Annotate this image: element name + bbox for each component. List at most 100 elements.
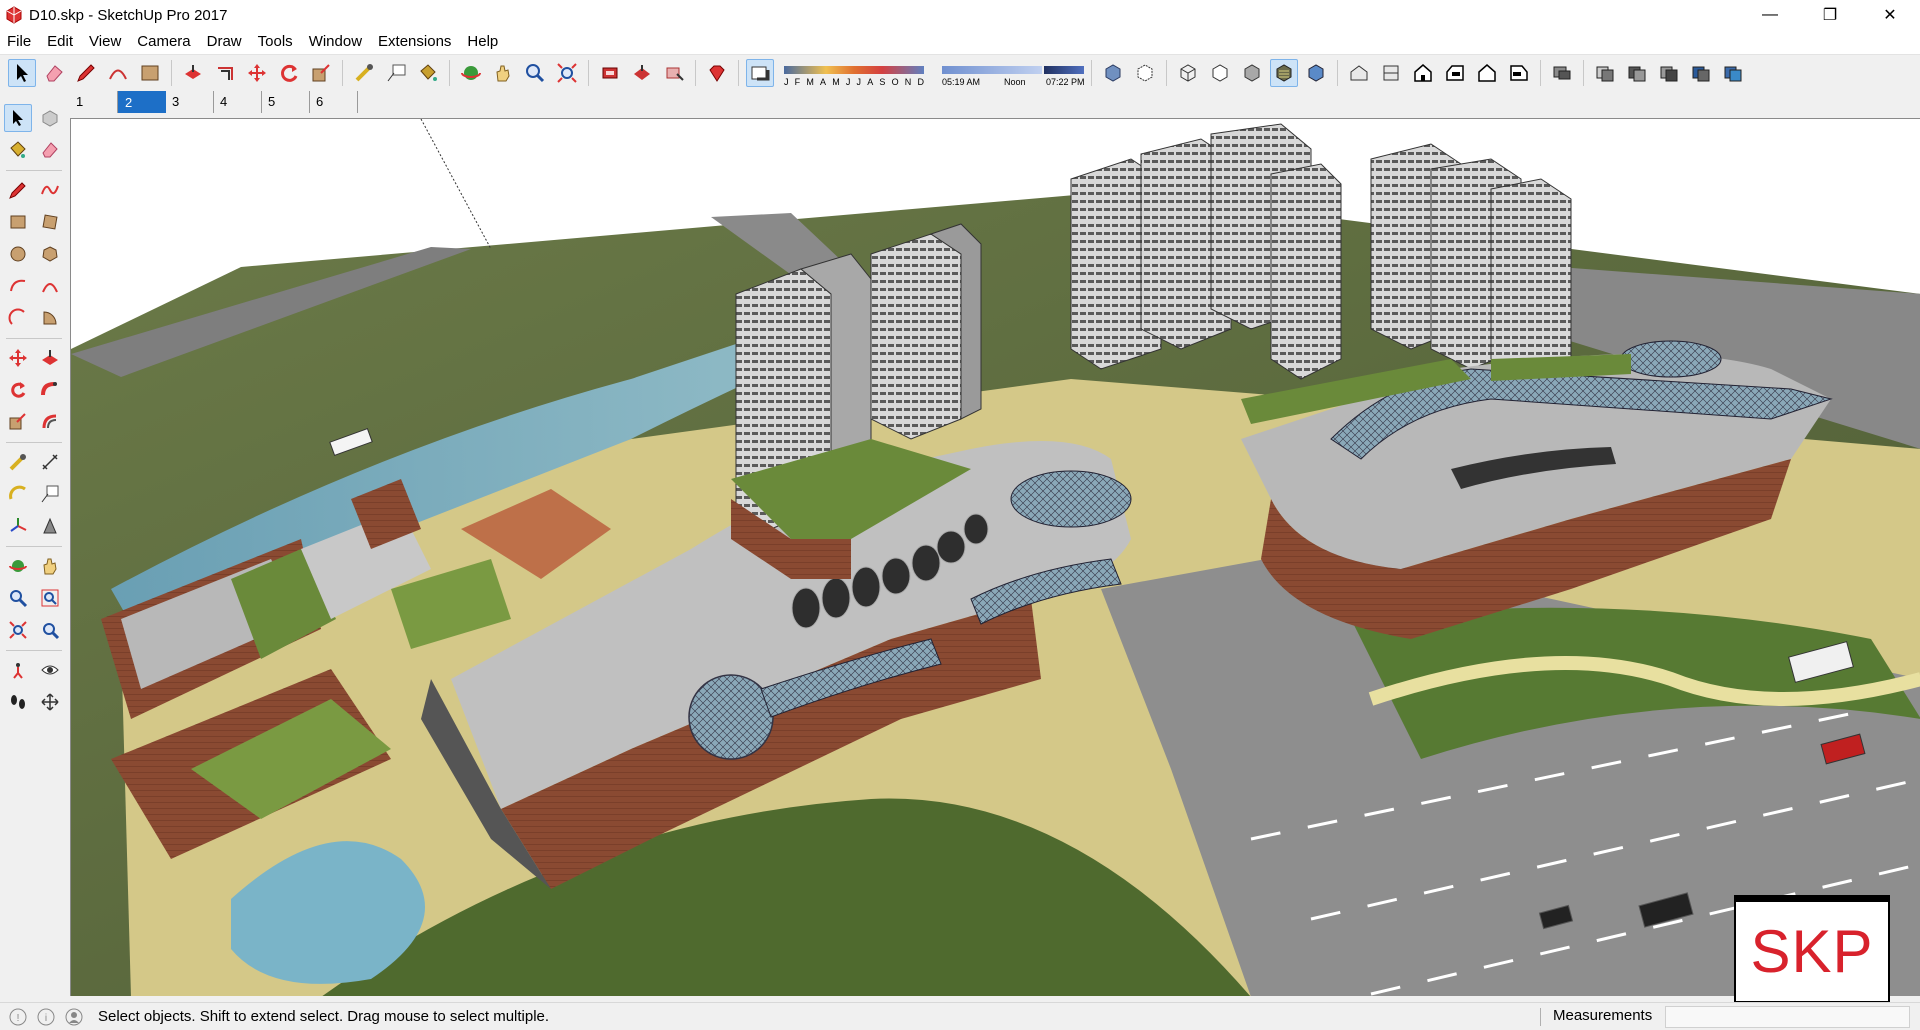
select-tool-button[interactable] bbox=[8, 58, 36, 87]
back-edges-button[interactable] bbox=[1131, 59, 1159, 87]
push-pull-tool-button[interactable] bbox=[36, 344, 64, 372]
line-tool-button[interactable] bbox=[4, 176, 32, 204]
scene-tab-6[interactable]: 6 bbox=[310, 91, 358, 113]
minimize-button[interactable]: — bbox=[1740, 0, 1800, 30]
rotate-tool-button[interactable] bbox=[4, 376, 32, 404]
monochrome-button[interactable] bbox=[1302, 59, 1330, 87]
menu-tools[interactable]: Tools bbox=[250, 30, 301, 54]
make-component-button[interactable] bbox=[36, 104, 64, 132]
3d-text-button[interactable] bbox=[36, 512, 64, 540]
menu-edit[interactable]: Edit bbox=[39, 30, 81, 54]
close-button[interactable]: ✕ bbox=[1860, 0, 1920, 30]
restore-button[interactable]: ❐ bbox=[1800, 0, 1860, 30]
eraser-tool-button[interactable] bbox=[36, 136, 64, 164]
paint-bucket-button[interactable] bbox=[4, 136, 32, 164]
move-tool-button[interactable] bbox=[243, 59, 271, 87]
solid-intersect-button[interactable] bbox=[1655, 59, 1683, 87]
section-plane-button[interactable] bbox=[36, 688, 64, 716]
shaded-button[interactable] bbox=[1238, 59, 1266, 87]
tape-measure-button[interactable] bbox=[4, 448, 32, 476]
circle-tool-button[interactable] bbox=[4, 240, 32, 268]
shadow-time-slider[interactable]: 05:19 AM Noon 07:22 PM bbox=[940, 60, 1086, 88]
orbit-button[interactable] bbox=[457, 59, 485, 87]
pan-button[interactable] bbox=[36, 552, 64, 580]
geo-location-icon[interactable]: ! bbox=[8, 1007, 28, 1027]
walk-button[interactable] bbox=[4, 688, 32, 716]
select-tool-button[interactable] bbox=[4, 104, 32, 132]
zoom-window-button[interactable] bbox=[36, 584, 64, 612]
share-component-button[interactable] bbox=[660, 59, 688, 87]
top-view-button[interactable] bbox=[1377, 59, 1405, 87]
push-pull-tool-button[interactable] bbox=[179, 59, 207, 87]
solid-split-button[interactable] bbox=[1719, 59, 1747, 87]
scene-tab-1[interactable]: 1 bbox=[70, 91, 118, 113]
xray-button[interactable] bbox=[1099, 59, 1127, 87]
scene-tab-3[interactable]: 3 bbox=[166, 91, 214, 113]
user-account-icon[interactable] bbox=[64, 1007, 84, 1027]
menu-extensions[interactable]: Extensions bbox=[370, 30, 459, 54]
measurements-input[interactable] bbox=[1665, 1006, 1910, 1028]
credits-icon[interactable]: i bbox=[36, 1007, 56, 1027]
two-point-arc-button[interactable] bbox=[36, 272, 64, 300]
right-view-button[interactable] bbox=[1441, 59, 1469, 87]
previous-view-button[interactable] bbox=[36, 616, 64, 644]
solid-subtract-button[interactable] bbox=[1623, 59, 1651, 87]
wireframe-button[interactable] bbox=[1174, 59, 1202, 87]
menu-file[interactable]: File bbox=[0, 30, 39, 54]
move-tool-button[interactable] bbox=[4, 344, 32, 372]
arc-tool-button[interactable] bbox=[104, 59, 132, 87]
share-model-button[interactable] bbox=[628, 59, 656, 87]
menu-draw[interactable]: Draw bbox=[199, 30, 250, 54]
warehouse-button[interactable] bbox=[596, 59, 624, 87]
line-tool-button[interactable] bbox=[72, 59, 100, 87]
zoom-extents-button[interactable] bbox=[553, 59, 581, 87]
orbit-button[interactable] bbox=[4, 552, 32, 580]
solid-trim-button[interactable] bbox=[1687, 59, 1715, 87]
shape-tool-button[interactable] bbox=[136, 59, 164, 87]
menu-camera[interactable]: Camera bbox=[129, 30, 198, 54]
shadows-toggle-button[interactable] bbox=[746, 58, 774, 87]
zoom-button[interactable] bbox=[4, 584, 32, 612]
zoom-button[interactable] bbox=[521, 59, 549, 87]
offset-tool-button[interactable] bbox=[36, 408, 64, 436]
scene-tab-2[interactable]: 2 bbox=[118, 91, 166, 113]
axes-tool-button[interactable] bbox=[4, 512, 32, 540]
scale-tool-button[interactable] bbox=[4, 408, 32, 436]
three-point-arc-button[interactable] bbox=[4, 304, 32, 332]
shaded-textures-button[interactable] bbox=[1270, 58, 1298, 87]
tape-measure-button[interactable] bbox=[350, 59, 378, 87]
paint-bucket-button[interactable] bbox=[414, 59, 442, 87]
dimension-tool-button[interactable] bbox=[36, 448, 64, 476]
menu-window[interactable]: Window bbox=[301, 30, 370, 54]
eraser-tool-button[interactable] bbox=[40, 59, 68, 87]
make-component-button[interactable] bbox=[1548, 59, 1576, 87]
text-tool-button[interactable] bbox=[382, 59, 410, 87]
extension-warehouse-button[interactable] bbox=[703, 59, 731, 87]
menu-view[interactable]: View bbox=[81, 30, 129, 54]
hidden-line-button[interactable] bbox=[1206, 59, 1234, 87]
front-view-button[interactable] bbox=[1409, 59, 1437, 87]
rectangle-tool-button[interactable] bbox=[4, 208, 32, 236]
iso-view-button[interactable] bbox=[1345, 59, 1373, 87]
menu-help[interactable]: Help bbox=[459, 30, 506, 54]
back-view-button[interactable] bbox=[1473, 59, 1501, 87]
look-around-button[interactable] bbox=[36, 656, 64, 684]
offset-tool-button[interactable] bbox=[211, 59, 239, 87]
rotated-rectangle-button[interactable] bbox=[36, 208, 64, 236]
follow-me-button[interactable] bbox=[36, 376, 64, 404]
zoom-extents-button[interactable] bbox=[4, 616, 32, 644]
scale-tool-button[interactable] bbox=[307, 59, 335, 87]
scene-tab-5[interactable]: 5 bbox=[262, 91, 310, 113]
pan-button[interactable] bbox=[489, 59, 517, 87]
pie-tool-button[interactable] bbox=[36, 304, 64, 332]
position-camera-button[interactable] bbox=[4, 656, 32, 684]
shadow-month-slider[interactable]: J F M A M J J A S O N D bbox=[782, 60, 926, 88]
left-view-button[interactable] bbox=[1505, 59, 1533, 87]
model-viewport[interactable] bbox=[70, 118, 1920, 996]
polygon-tool-button[interactable] bbox=[36, 240, 64, 268]
text-tool-button[interactable] bbox=[36, 480, 64, 508]
rotate-tool-button[interactable] bbox=[275, 59, 303, 87]
solid-union-button[interactable] bbox=[1591, 59, 1619, 87]
arc-tool-button[interactable] bbox=[4, 272, 32, 300]
freehand-tool-button[interactable] bbox=[36, 176, 64, 204]
